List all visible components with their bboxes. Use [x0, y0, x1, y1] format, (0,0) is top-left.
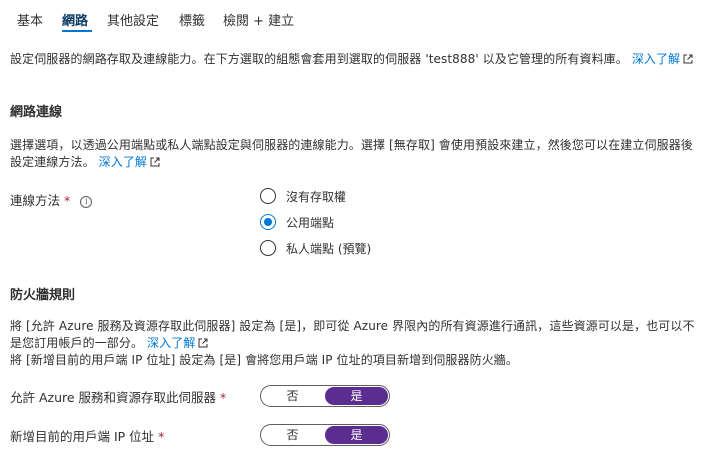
learn-more-link[interactable]: 深入了解 [632, 52, 693, 66]
radio-button-icon[interactable] [260, 188, 276, 204]
intro-description: 設定伺服器的網路存取及連線能力。在下方選取的組態會套用到選取的伺服器 'test… [10, 52, 628, 66]
firewall-text-2: 將 [新增目前的用戶端 IP 位址] 設定為 [是] 會將您用戶端 IP 位址的… [10, 353, 518, 367]
radio-no-access[interactable]: 沒有存取權 [260, 186, 346, 206]
radio-label: 沒有存取權 [286, 189, 347, 204]
required-asterisk: * [220, 390, 227, 405]
add-client-ip-label: 新增目前的用戶端 IP 位址 * [10, 429, 165, 444]
active-tab-indicator [62, 30, 92, 32]
firewall-text-1: 將 [允許 Azure 服務及資源存取此伺服器] 設定為 [是]，即可從 Azu… [10, 319, 695, 350]
firewall-rules-heading: 防火牆規則 [10, 288, 76, 303]
radio-label: 私人端點 (預覽) [286, 241, 372, 256]
external-link-icon [198, 338, 208, 348]
intro-text: 設定伺服器的網路存取及連線能力。在下方選取的組態會套用到選取的伺服器 'test… [10, 51, 704, 68]
radio-label: 公用端點 [286, 215, 335, 230]
radio-button-icon[interactable] [260, 240, 276, 256]
tab-networking[interactable]: 網路 [62, 10, 88, 29]
toggle-yes-option[interactable]: 是 [325, 426, 388, 444]
radio-private-endpoint[interactable]: 私人端點 (預覽) [260, 238, 371, 258]
info-icon[interactable]: i [80, 196, 93, 208]
required-asterisk: * [158, 429, 165, 444]
connectivity-description: 選擇選項，以透過公用端點或私人端點設定與伺服器的連線能力。選擇 [無存取] 會使… [10, 137, 704, 171]
toggle-no-option[interactable]: 否 [261, 386, 324, 406]
firewall-learn-more-link[interactable]: 深入了解 [147, 336, 208, 350]
toggle-yes-option[interactable]: 是 [325, 387, 388, 405]
network-connectivity-heading: 網路連線 [10, 105, 63, 120]
tab-bar: 基本 網路 其他設定 標籤 檢閱 + 建立 [0, 0, 714, 34]
connectivity-learn-more-link[interactable]: 深入了解 [99, 155, 160, 169]
external-link-icon [150, 157, 160, 167]
tab-additional-settings[interactable]: 其他設定 [107, 10, 159, 29]
toggle-no-option[interactable]: 否 [261, 425, 324, 445]
allow-azure-services-toggle[interactable]: 否 是 [260, 385, 390, 407]
add-client-ip-toggle[interactable]: 否 是 [260, 424, 390, 446]
required-asterisk: * [64, 193, 71, 208]
connectivity-method-label: 連線方法 * i [10, 190, 93, 209]
firewall-description: 將 [允許 Azure 服務及資源存取此伺服器] 設定為 [是]，即可從 Azu… [10, 318, 704, 369]
tab-tags[interactable]: 標籤 [179, 10, 205, 29]
tab-review-create[interactable]: 檢閱 + 建立 [223, 10, 294, 29]
external-link-icon [683, 54, 693, 64]
tab-basics[interactable]: 基本 [17, 10, 43, 29]
radio-public-endpoint[interactable]: 公用端點 [260, 212, 334, 232]
allow-azure-services-label: 允許 Azure 服務和資源存取此伺服器 * [10, 390, 227, 405]
radio-button-selected-icon[interactable] [260, 214, 276, 230]
